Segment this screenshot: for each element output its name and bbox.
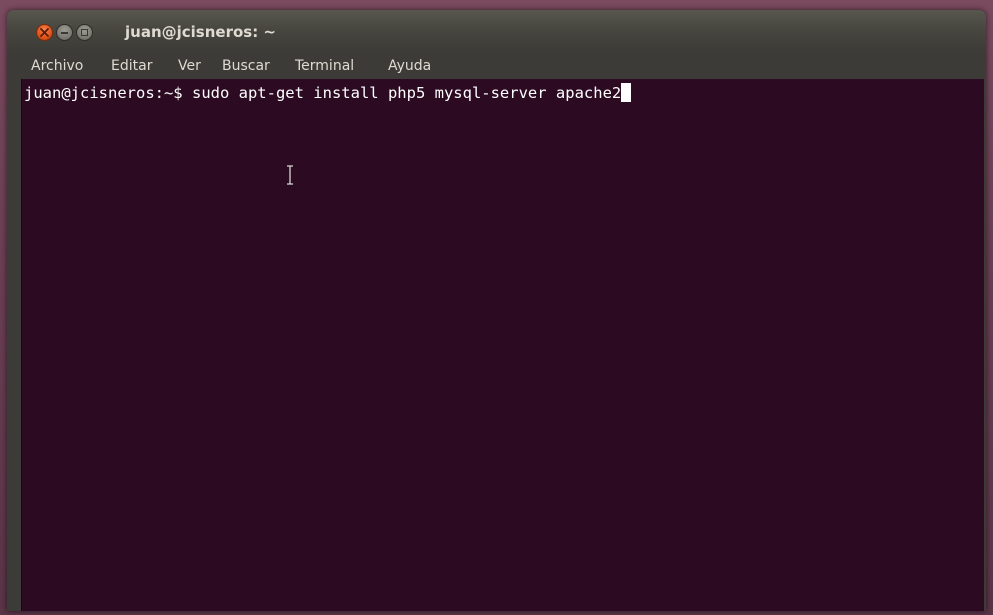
- menu-editar[interactable]: Editar: [111, 57, 152, 75]
- menu-buscar[interactable]: Buscar: [222, 57, 270, 75]
- menu-archivo[interactable]: Archivo: [31, 57, 83, 75]
- title-row: juan@jcisneros: ~: [7, 10, 986, 54]
- terminal-area[interactable]: juan@jcisneros:~$ sudo apt-get install p…: [21, 79, 984, 611]
- menu-ver[interactable]: Ver: [178, 57, 201, 75]
- shell-prompt: juan@jcisneros:~$: [24, 84, 192, 102]
- block-cursor: [621, 83, 632, 102]
- text-cursor-icon: [287, 165, 293, 185]
- terminal-window: juan@jcisneros: ~ Archivo Editar Ver Bus…: [7, 10, 986, 611]
- command-line: juan@jcisneros:~$ sudo apt-get install p…: [24, 83, 632, 103]
- minimize-icon[interactable]: [56, 24, 73, 41]
- menu-bar: Archivo Editar Ver Buscar Terminal Ayuda: [7, 53, 986, 79]
- menu-terminal[interactable]: Terminal: [295, 57, 354, 75]
- close-icon[interactable]: [36, 24, 53, 41]
- window-title: juan@jcisneros: ~: [125, 23, 276, 41]
- command-text: sudo apt-get install php5 mysql-server a…: [191, 84, 622, 102]
- maximize-icon[interactable]: [76, 24, 93, 41]
- menu-ayuda[interactable]: Ayuda: [388, 57, 431, 75]
